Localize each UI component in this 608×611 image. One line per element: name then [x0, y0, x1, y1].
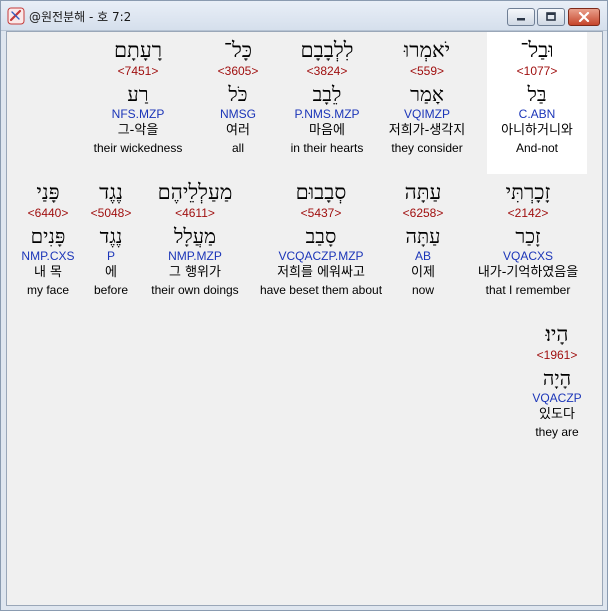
hebrew-word: נֶגֶד	[99, 180, 123, 204]
parsing-code: VQACXS	[502, 249, 553, 263]
word-cell[interactable]: לִלְבָבָם <3824> לֵבָב P.NMS.MZP 마음에 in …	[277, 37, 377, 155]
word-cell[interactable]: כָּל־ <3605> כֹּל NMSG 여러 all	[188, 37, 288, 155]
parsing-code: VQACZP	[532, 391, 582, 405]
parsing-code: P.NMS.MZP	[294, 107, 360, 121]
hebrew-word: לִלְבָבָם	[300, 38, 354, 62]
hebrew-word: מַעַלְלֵיהֶם	[157, 180, 233, 204]
korean-gloss: 마음에	[309, 123, 345, 138]
window-title: @원전분해 - 호 7:2	[29, 10, 132, 24]
lemma: אָמַר	[410, 82, 444, 106]
english-gloss: have beset them about	[259, 283, 383, 297]
close-icon	[578, 12, 590, 22]
word-cell[interactable]: רָעָתָם <7451> רַע NFS.MZP 그-악을 their wi…	[88, 37, 188, 155]
parsing-code: NMP.CXS	[21, 249, 75, 263]
word-cell[interactable]: פָּנַי <6440> פָּנִים NMP.CXS 내 목 my fac…	[15, 179, 81, 297]
korean-gloss: 저희를 에워싸고	[277, 265, 365, 280]
korean-gloss: 그-악을	[117, 123, 159, 138]
korean-gloss: 아니하거니와	[501, 123, 573, 138]
hebrew-word: וּבַל־	[520, 38, 554, 62]
word-cell[interactable]: הָיוּ׃ <1961> הָיָה VQACZP 있도다 they are	[512, 321, 602, 439]
analysis-pane[interactable]: וּבַל־ <1077> בַּל C.ABN 아니하거니와 And-not …	[6, 31, 603, 606]
lemma: כֹּל	[228, 82, 248, 106]
strong-number[interactable]: <2142>	[468, 206, 588, 222]
title-bar[interactable]: @원전분해 - 호 7:2	[1, 1, 607, 31]
korean-gloss: 그 행위가	[169, 265, 221, 280]
word-cell[interactable]: נֶגֶד <5048> נֶגֶד P 에 before	[81, 179, 141, 297]
strong-number[interactable]: <6440>	[15, 206, 81, 222]
app-logo-icon	[7, 7, 25, 25]
lemma: הָיָה	[542, 366, 572, 390]
korean-gloss: 내가-기억하였음을	[477, 265, 579, 280]
english-gloss: their wickedness	[93, 141, 183, 155]
english-gloss: before	[93, 283, 129, 297]
english-gloss: all	[231, 141, 244, 155]
parsing-code: C.ABN	[518, 107, 556, 121]
english-gloss: that I remember	[485, 283, 571, 297]
english-gloss: my face	[26, 283, 69, 297]
korean-gloss: 내 목	[33, 265, 63, 280]
parsing-code: NMP.MZP	[168, 249, 222, 263]
strong-number[interactable]: <5437>	[253, 206, 389, 222]
english-gloss: they consider	[391, 141, 463, 155]
korean-gloss: 여러	[226, 123, 250, 138]
strong-number[interactable]: <7451>	[88, 64, 188, 80]
lemma: נֶגֶד	[99, 224, 123, 248]
maximize-button[interactable]	[537, 8, 565, 26]
hebrew-word: זָכָרְתִּי	[505, 180, 551, 204]
strong-number[interactable]: <1077>	[487, 64, 587, 80]
hebrew-word: פָּנַי	[36, 180, 60, 204]
app-window: @원전분해 - 호 7:2 וּבַל־ <1077> בַּל C.ABN 아…	[0, 0, 608, 611]
strong-number[interactable]: <3824>	[277, 64, 377, 80]
english-gloss: they are	[535, 425, 579, 439]
lemma: מַעֲלָל	[174, 224, 216, 248]
maximize-icon	[546, 12, 556, 21]
minimize-button[interactable]	[507, 8, 535, 26]
hebrew-word: כָּל־	[223, 38, 253, 62]
strong-number[interactable]: <1961>	[512, 348, 602, 364]
english-gloss: in their hearts	[290, 141, 364, 155]
hebrew-word: יֹאמְרוּ	[403, 38, 451, 62]
hebrew-word: סְבָבוּם	[295, 180, 347, 204]
close-button[interactable]	[568, 8, 600, 26]
hebrew-word: הָיוּ׃	[545, 322, 569, 346]
lemma: זָכַר	[515, 224, 541, 248]
lemma: בַּל	[527, 82, 547, 106]
word-cell[interactable]: וּבַל־ <1077> בַּל C.ABN 아니하거니와 And-not	[487, 32, 587, 174]
parsing-code: NMSG	[220, 107, 256, 121]
word-cell[interactable]: מַעַלְלֵיהֶם <4611> מַעֲלָל NMP.MZP 그 행위…	[143, 179, 247, 297]
korean-gloss: 에	[105, 265, 117, 280]
korean-gloss: 있도다	[539, 407, 575, 422]
korean-gloss: 저희가-생각지	[388, 123, 466, 138]
parsing-code: P	[106, 249, 115, 263]
parsing-code: VCQACZP.MZP	[278, 249, 364, 263]
lemma: רַע	[127, 82, 149, 106]
word-cell[interactable]: זָכָרְתִּי <2142> זָכַר VQACXS 내가-기억하였음을…	[468, 179, 588, 297]
hebrew-word: רָעָתָם	[113, 38, 163, 62]
strong-number[interactable]: <559>	[377, 64, 477, 80]
strong-number[interactable]: <4611>	[143, 206, 247, 222]
english-gloss: their own doings	[151, 283, 239, 297]
word-cell[interactable]: יֹאמְרוּ <559> אָמַר VQIMZP 저희가-생각지 they…	[377, 37, 477, 155]
strong-number[interactable]: <3605>	[188, 64, 288, 80]
english-gloss: And-not	[515, 141, 559, 155]
parsing-code: NFS.MZP	[111, 107, 165, 121]
lemma: סָבַב	[305, 224, 337, 248]
word-cell[interactable]: סְבָבוּם <5437> סָבַב VCQACZP.MZP 저희를 에워…	[253, 179, 389, 297]
strong-number[interactable]: <5048>	[81, 206, 141, 222]
lemma: לֵבָב	[312, 82, 342, 106]
lemma: פָּנִים	[30, 224, 66, 248]
parsing-code: VQIMZP	[403, 107, 450, 121]
minimize-icon	[517, 18, 525, 21]
